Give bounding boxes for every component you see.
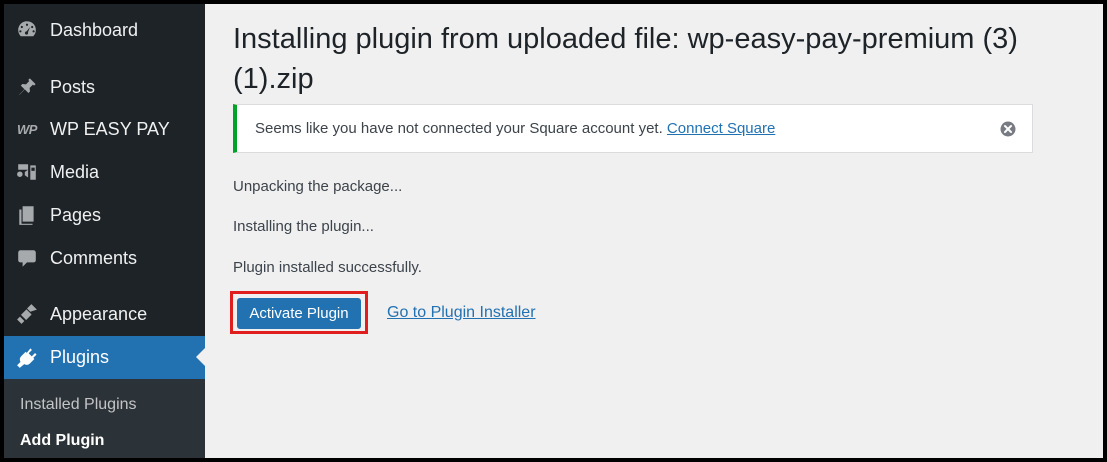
sidebar-item-pages[interactable]: Pages bbox=[4, 195, 205, 235]
screenshot-frame: Dashboard Posts WP WP EASY PAY Media Pag… bbox=[4, 4, 1103, 458]
admin-sidebar: Dashboard Posts WP WP EASY PAY Media Pag… bbox=[4, 4, 205, 458]
wp-easy-pay-icon: WP bbox=[17, 121, 37, 137]
pushpin-icon bbox=[16, 76, 38, 98]
paintbrush-icon bbox=[16, 303, 38, 325]
square-connect-notice: Seems like you have not connected your S… bbox=[233, 104, 1033, 153]
page-title: Installing plugin from uploaded file: wp… bbox=[233, 23, 1018, 95]
sidebar-item-appearance[interactable]: Appearance bbox=[4, 294, 205, 334]
sidebar-item-dashboard[interactable]: Dashboard bbox=[4, 10, 205, 50]
sidebar-item-label: Posts bbox=[50, 76, 96, 97]
sidebar-item-label: WP EASY PAY bbox=[50, 118, 170, 139]
sidebar-item-label: Dashboard bbox=[50, 19, 139, 40]
sidebar-item-label: Pages bbox=[50, 204, 102, 225]
sidebar-item-wp-easy-pay[interactable]: WP WP EASY PAY bbox=[4, 109, 205, 149]
log-line-unpacking: Unpacking the package... bbox=[233, 178, 403, 195]
sidebar-item-posts[interactable]: Posts bbox=[4, 67, 205, 107]
sidebar-item-comments[interactable]: Comments bbox=[4, 238, 205, 278]
media-icon bbox=[16, 161, 38, 183]
pages-icon bbox=[16, 204, 38, 226]
log-line-installing: Installing the plugin... bbox=[233, 218, 374, 235]
submenu-item-add-plugin[interactable]: Add Plugin bbox=[20, 432, 104, 450]
active-menu-arrow bbox=[196, 348, 205, 366]
comment-icon bbox=[16, 247, 38, 269]
notice-text: Seems like you have not connected your S… bbox=[255, 120, 775, 137]
notice-message: Seems like you have not connected your S… bbox=[255, 120, 663, 137]
sidebar-item-label: Appearance bbox=[50, 303, 148, 324]
main-content: Installing plugin from uploaded file: wp… bbox=[205, 4, 1103, 458]
activate-plugin-button[interactable]: Activate Plugin bbox=[237, 298, 361, 329]
sidebar-item-label: Media bbox=[50, 161, 100, 182]
submenu-item-installed-plugins[interactable]: Installed Plugins bbox=[20, 396, 137, 414]
dashboard-icon bbox=[16, 19, 38, 41]
sidebar-item-plugins[interactable]: Plugins bbox=[4, 336, 205, 379]
plugins-submenu: Installed Plugins Add Plugin bbox=[4, 379, 205, 458]
sidebar-item-label: Plugins bbox=[50, 347, 110, 367]
connect-square-link[interactable]: Connect Square bbox=[667, 120, 775, 137]
log-line-success: Plugin installed successfully. bbox=[233, 259, 422, 276]
go-to-plugin-installer-link[interactable]: Go to Plugin Installer bbox=[387, 304, 536, 322]
sidebar-item-media[interactable]: Media bbox=[4, 152, 205, 192]
dismiss-icon[interactable] bbox=[1000, 121, 1016, 137]
plugin-icon bbox=[16, 347, 38, 369]
sidebar-item-label: Comments bbox=[50, 247, 138, 268]
